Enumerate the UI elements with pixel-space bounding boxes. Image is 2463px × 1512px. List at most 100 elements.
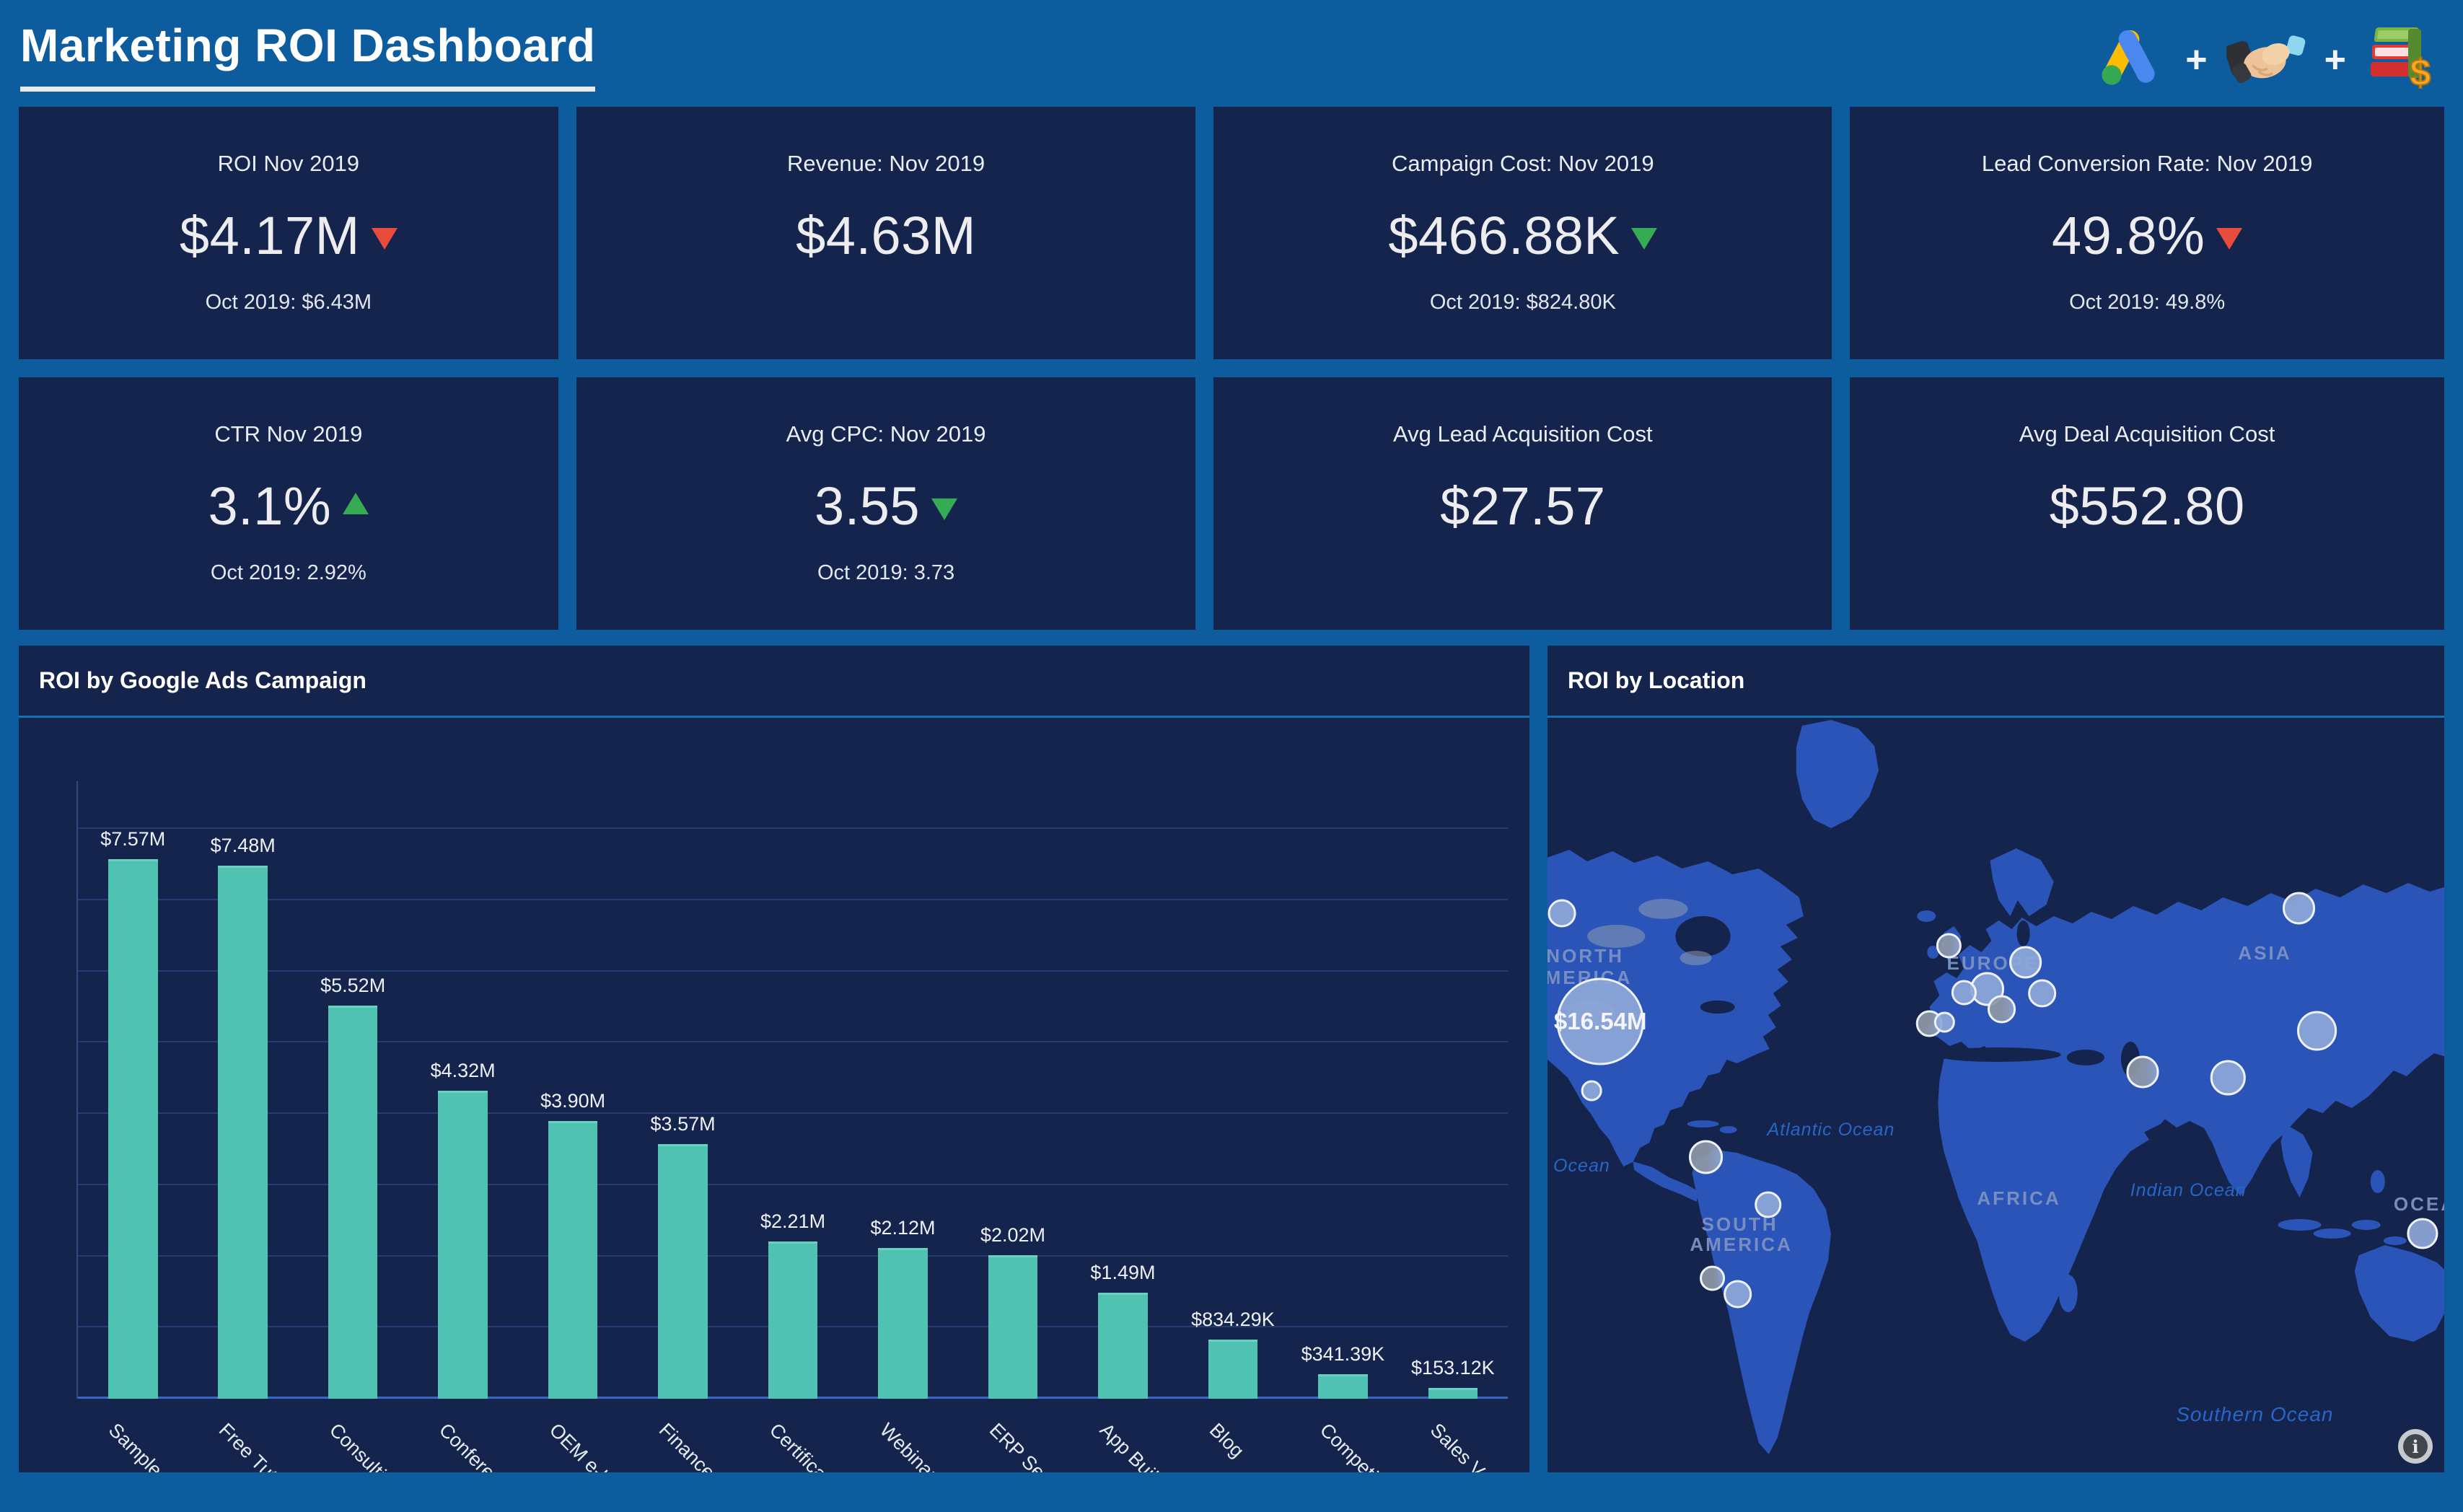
kpi-card-0: ROI Nov 2019 $4.17M Oct 2019: $6.43M <box>19 107 558 359</box>
map-bubble[interactable] <box>1581 1080 1602 1102</box>
bar-value-label: $7.48M <box>210 835 276 857</box>
world-map: NORTHAMERICAEUROPEASIAAFRICASOUTHAMERICA… <box>1547 720 2444 1472</box>
map-bubble[interactable] <box>1547 899 1576 928</box>
ocean-label: Indian Ocean <box>2130 1180 2247 1200</box>
kpi-value: $4.17M <box>179 205 360 265</box>
header-icon-group: + + $ <box>2091 23 2434 96</box>
bar-value-label: $3.57M <box>650 1113 716 1135</box>
kpi-value: $27.57 <box>1440 475 1606 536</box>
kpi-value-row: $4.63M <box>796 203 976 268</box>
kpi-compare-text: Oct 2019: $824.80K <box>1429 291 1616 314</box>
bar-value-label: $341.39K <box>1301 1343 1385 1366</box>
bar-slot: $3.57M <box>628 781 737 1399</box>
x-label-slot: Sales Vertical <box>1397 1407 1524 1472</box>
title-block: Marketing ROI Dashboard <box>20 19 596 92</box>
bar-finance-vertical[interactable]: $3.57M <box>651 1113 716 1399</box>
bar-sales-vertical[interactable]: $153.12K <box>1411 1357 1495 1399</box>
map-bubble[interactable] <box>2407 1218 2438 1249</box>
x-label-slot: Consulting Service <box>297 1407 455 1472</box>
ocean-label: Atlantic Ocean <box>1765 1120 1895 1140</box>
kpi-value: 3.1% <box>208 475 332 536</box>
map-bubble[interactable] <box>1936 933 1962 959</box>
kpi-compare-text: Oct 2019: $6.43M <box>205 291 372 314</box>
map-bubble[interactable] <box>2126 1055 2159 1089</box>
x-axis-label: App Builder <box>1095 1419 1182 1472</box>
bar-slot: $153.12K <box>1398 781 1508 1399</box>
bar-sample-gallery[interactable]: $7.57M <box>100 828 165 1399</box>
map-bubble[interactable] <box>2282 892 2316 925</box>
x-axis-label: Sales Vertical <box>1426 1419 1525 1472</box>
map-bubble[interactable] <box>1933 1011 1955 1033</box>
map-bubble[interactable] <box>1987 995 2016 1024</box>
bar-slot: $4.32M <box>408 781 517 1399</box>
x-axis-labels: Sample GalleryFree TutorialsConsulting S… <box>76 1407 1524 1472</box>
bar-slot: $7.48M <box>188 781 297 1399</box>
kpi-value: $552.80 <box>2049 475 2245 536</box>
kpi-value-row: 49.8% <box>2051 203 2243 268</box>
bar-conference[interactable]: $4.32M <box>431 1060 496 1399</box>
google-ads-icon <box>2091 23 2166 96</box>
kpi-card-6: Avg Lead Acquisition Cost $27.57 <box>1213 377 1832 630</box>
kpi-grid: ROI Nov 2019 $4.17M Oct 2019: $6.43M Revenu… <box>19 107 2444 630</box>
bar-value-label: $4.32M <box>430 1060 496 1082</box>
bar-oem-e-book[interactable]: $3.90M <box>540 1090 605 1399</box>
kpi-card-7: Avg Deal Acquisition Cost $552.80 <box>1850 377 2444 630</box>
bar-certification-program[interactable]: $2.21M <box>760 1210 825 1399</box>
bar-value-label: $2.12M <box>870 1216 936 1239</box>
map-bubble[interactable] <box>2297 1011 2337 1051</box>
map-bubble[interactable] <box>2009 946 2042 979</box>
info-icon[interactable]: i <box>2398 1429 2433 1464</box>
plus-separator: + <box>2324 38 2346 81</box>
map-bubble[interactable] <box>1755 1191 1782 1218</box>
bar-webinar-promotion[interactable]: $2.12M <box>870 1217 936 1399</box>
map-bubble[interactable] <box>2210 1060 2246 1096</box>
trend-down-icon <box>931 498 958 520</box>
map-panel-title: ROI by Location <box>1568 667 1745 693</box>
bar-value-label: $834.29K <box>1191 1308 1275 1330</box>
x-label-slot: Competitor Targets <box>1288 1407 1447 1472</box>
x-label-slot: Webinar Promotion <box>847 1407 1008 1472</box>
trend-down-icon <box>371 228 398 250</box>
map-bubble[interactable] <box>1724 1280 1752 1309</box>
continent-label: AMERICA <box>1690 1234 1793 1255</box>
title-underline <box>20 87 596 92</box>
x-label-slot: Finance Vertical <box>627 1407 768 1472</box>
continent-label: OCEANIA <box>2394 1193 2444 1215</box>
bar-chart-plot: $7.57M $7.48M $5.52M $4.32M $3.90M $3.57M $2.2… <box>76 781 1508 1399</box>
continent-label: ASIA <box>2238 942 2291 964</box>
bar-consulting-service[interactable]: $5.52M <box>320 975 385 1399</box>
bar-value-label: $7.57M <box>100 828 166 850</box>
bottom-section: ROI by Google Ads Campaign $7.57M $7.48M $… <box>19 646 2444 1472</box>
kpi-value: 49.8% <box>2051 205 2205 265</box>
kpi-title: Lead Conversion Rate: Nov 2019 <box>1981 151 2313 176</box>
bar-slot: $834.29K <box>1178 781 1288 1399</box>
bar-slot: $3.90M <box>518 781 628 1399</box>
kpi-value-row: 3.1% <box>208 473 369 538</box>
kpi-card-3: Lead Conversion Rate: Nov 2019 49.8% Oct 2… <box>1850 107 2444 359</box>
bars-row: $7.57M $7.48M $5.52M $4.32M $3.90M $3.57M $2.2… <box>78 781 1508 1399</box>
map-bubble[interactable] <box>1688 1140 1724 1174</box>
kpi-title: Campaign Cost: Nov 2019 <box>1392 151 1654 176</box>
x-label-slot: OEM e-book <box>517 1407 638 1472</box>
map-bubble[interactable] <box>2028 979 2057 1008</box>
bar-value-label: $2.02M <box>980 1223 1045 1246</box>
x-axis-label: ERP Sector <box>985 1419 1073 1472</box>
kpi-value-row: 3.55 <box>815 473 958 538</box>
bar-value-label: $153.12K <box>1411 1356 1495 1379</box>
map-landmasses <box>1547 720 2444 1454</box>
map-bubble[interactable] <box>1700 1265 1726 1291</box>
bar-app-builder[interactable]: $1.49M <box>1090 1262 1155 1399</box>
bar-competitor-targets[interactable]: $341.39K <box>1301 1343 1384 1399</box>
svg-text:$: $ <box>2410 52 2431 92</box>
kpi-card-2: Campaign Cost: Nov 2019 $466.88K Oct 2019:… <box>1213 107 1832 359</box>
header: Marketing ROI Dashboard + + $ <box>0 0 2463 107</box>
bar-erp-sector[interactable]: $2.02M <box>980 1224 1045 1399</box>
dashboard-page: Marketing ROI Dashboard + + $ ROI Nov 20… <box>0 0 2463 1512</box>
kpi-title: Avg Lead Acquisition Cost <box>1393 421 1653 447</box>
bar-slot: $5.52M <box>298 781 408 1399</box>
bar-free-tutorials[interactable]: $7.48M <box>211 835 276 1399</box>
kpi-compare-text: Oct 2019: 2.92% <box>210 561 366 584</box>
map-bubble[interactable] <box>1951 980 1977 1006</box>
kpi-title: Avg Deal Acquisition Cost <box>2019 421 2275 447</box>
bar-blog[interactable]: $834.29K <box>1191 1309 1275 1399</box>
